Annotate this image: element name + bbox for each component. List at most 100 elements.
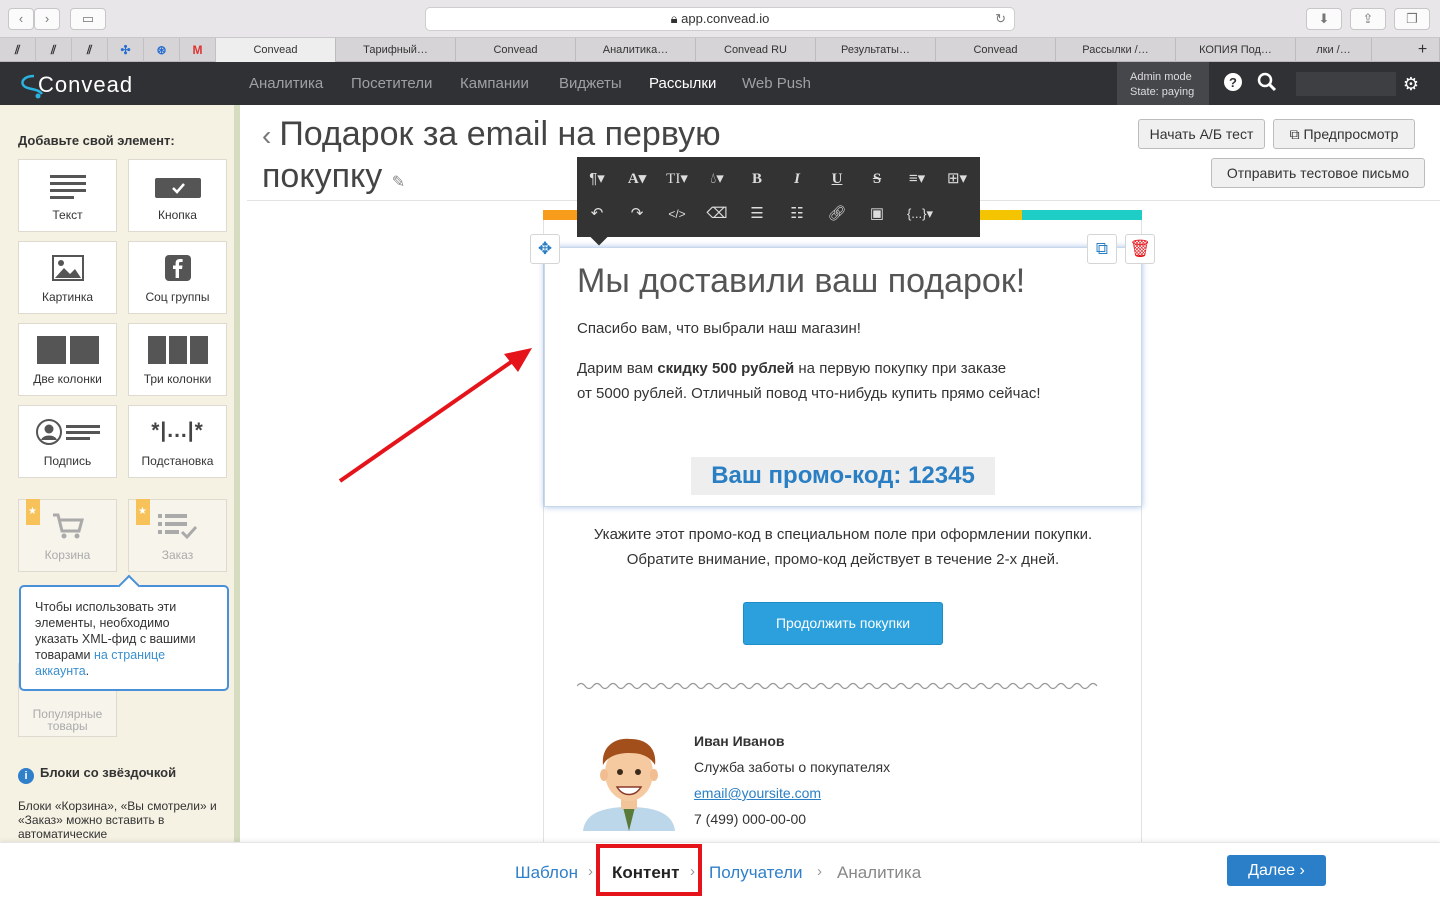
avatar [583,738,675,831]
tile-button[interactable]: Кнопка [128,159,227,232]
tile-signature[interactable]: Подпись [18,405,117,478]
nav-visitors[interactable]: Посетители [351,62,432,105]
browser-tab[interactable]: Аналитика… [576,38,696,62]
continue-shopping-button[interactable]: Продолжить покупки [743,602,943,645]
promo-code-box[interactable]: Ваш промо-код: 12345 [691,457,995,495]
tile-social[interactable]: Соц группы [128,241,227,314]
step-template[interactable]: Шаблон [515,863,578,883]
help-icon[interactable]: ? [1221,72,1245,96]
settings-gear-icon[interactable]: ⚙ [1399,72,1423,96]
align-icon[interactable]: ≡▾ [900,165,934,193]
signature-role[interactable]: Служба заботы о покупателях [694,759,890,775]
tile-cart[interactable]: Корзина [18,499,117,572]
tile-three-columns[interactable]: Три колонки [128,323,227,396]
ab-test-button[interactable]: Начать А/Б тест [1138,119,1265,149]
back-chevron-icon[interactable]: ‹ [262,120,271,151]
edit-pencil-icon[interactable]: ✎ [392,174,405,191]
pinned-tab[interactable]: ✣ [108,38,144,62]
nav-analytics[interactable]: Аналитика [249,62,323,105]
move-handle-icon[interactable]: ✥ [530,234,560,264]
nav-widgets[interactable]: Виджеты [559,62,622,105]
email-heading[interactable]: Мы доставили ваш подарок! [577,262,1025,301]
browser-tab[interactable]: Convead [456,38,576,62]
tile-substitution[interactable]: *|...|* Подстановка [128,405,227,478]
download-icon[interactable]: ⬇ [1306,8,1342,30]
browser-tab[interactable]: Convead [936,38,1056,62]
convead-logo[interactable]: Convead [16,68,176,100]
sidebar-title: Добавьте свой элемент: [18,133,175,148]
browser-tab[interactable]: КОПИЯ Под… [1176,38,1296,62]
url-bar[interactable]: 🔒︎ app.convead.io ↻ [425,7,1015,31]
link-icon[interactable]: 🔗︎ [820,200,854,228]
email-gift-text[interactable]: Дарим вам скидку 500 рублей на первую по… [577,356,1041,406]
insert-image-icon[interactable]: ▣ [860,200,894,228]
nav-campaigns[interactable]: Кампании [460,62,529,105]
logo-text: Convead [38,72,134,97]
tile-image[interactable]: Картинка [18,241,117,314]
tile-order[interactable]: Заказ [128,499,227,572]
browser-tab[interactable]: лки /… [1296,38,1372,62]
new-tab-icon[interactable]: + [1406,38,1440,62]
bullet-list-icon[interactable]: ☰ [740,200,774,228]
reload-icon[interactable]: ↻ [995,8,1006,30]
facebook-icon [164,255,191,281]
pinned-tab[interactable]: ⊛ [144,38,180,62]
signature-name[interactable]: Иван Иванов [694,733,785,749]
underline-icon[interactable]: U [820,165,854,193]
user-account-box[interactable] [1296,72,1396,96]
browser-tab[interactable]: Рассылки /… [1056,38,1176,62]
title-line-2: покупку [262,157,383,195]
sidebar-toggle-icon[interactable]: ▭ [70,8,106,30]
tile-label: Популярные товары [32,707,103,733]
search-icon[interactable] [1255,72,1279,96]
redo-icon[interactable]: ↷ [620,200,654,228]
signature-email-link[interactable]: email@yoursite.com [694,785,821,801]
font-size-icon[interactable]: TI▾ [660,165,694,193]
tabs-overview-icon[interactable]: ❐ [1394,8,1430,30]
paragraph-format-icon[interactable]: ¶▾ [580,165,614,193]
pinned-tab[interactable]: ⫽ [36,38,72,62]
starred-blocks-text-content: Блоки «Корзина», «Вы смотрели» и «Заказ»… [18,799,217,841]
undo-icon[interactable]: ↶ [580,200,614,228]
nav-web-push[interactable]: Web Push [742,62,811,105]
pinned-tab-gmail[interactable]: M [180,38,216,62]
bold-icon[interactable]: B [740,165,774,193]
signature-email[interactable]: email@yoursite.com [694,785,821,801]
delete-block-icon[interactable]: 🗑︎ [1125,234,1155,264]
variables-icon[interactable]: {...}▾ [900,200,940,228]
tile-two-columns[interactable]: Две колонки [18,323,117,396]
eraser-icon[interactable]: ⌫ [700,200,734,228]
two-columns-icon [36,336,99,364]
browser-tab[interactable]: Тарифный… [336,38,456,62]
tile-label: Картинка [41,290,94,304]
forward-button[interactable]: › [34,8,60,30]
nav-mailings[interactable]: Рассылки [649,62,716,105]
pinned-tab[interactable]: ⫽ [0,38,36,62]
share-icon[interactable]: ⇪ [1350,8,1386,30]
star-badge-icon [26,499,40,525]
code-view-icon[interactable]: </> [660,200,694,228]
italic-icon[interactable]: I [780,165,814,193]
font-family-icon[interactable]: A▾ [620,165,654,193]
step-recipients[interactable]: Получатели [709,863,803,883]
browser-tab[interactable]: Результаты… [816,38,936,62]
tile-label: Соц группы [145,290,210,304]
strikethrough-icon[interactable]: S [860,165,894,193]
back-button[interactable]: ‹ [8,8,34,30]
preview-button[interactable]: ⧉ Предпросмотр [1273,119,1415,149]
tile-text[interactable]: Текст [18,159,117,232]
signature-icon [35,419,100,445]
step-analytics[interactable]: Аналитика [837,863,921,883]
text-color-icon[interactable]: 💧︎▾ [700,165,734,193]
numbered-list-icon[interactable]: ☷ [780,200,814,228]
promo-instructions[interactable]: Укажите этот промо-код в специальном пол… [560,522,1126,572]
browser-tab[interactable]: Convead RU [696,38,816,62]
table-icon[interactable]: ⊞▾ [940,165,974,193]
email-thanks[interactable]: Спасибо вам, что выбрали наш магазин! [577,316,861,341]
duplicate-block-icon[interactable]: ⧉ [1087,234,1117,264]
next-button[interactable]: Далее › [1227,855,1326,886]
pinned-tab[interactable]: ⫽ [72,38,108,62]
send-test-email-button[interactable]: Отправить тестовое письмо [1211,158,1425,188]
browser-tab[interactable]: Convead [216,38,336,62]
signature-phone[interactable]: 7 (499) 000-00-00 [694,811,806,827]
